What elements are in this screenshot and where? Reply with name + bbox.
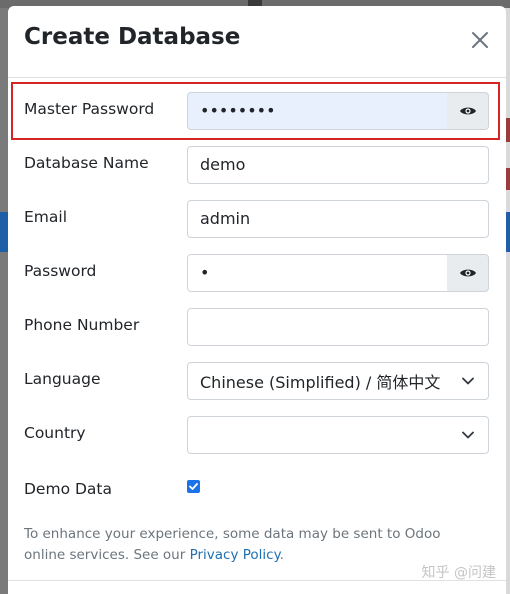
master-password-row: Master Password •••••••• [8, 90, 506, 130]
phone-number-input[interactable] [187, 308, 489, 346]
language-row: Language Chinese (Simplified) / 简体中文 [8, 360, 506, 400]
phone-number-label: Phone Number [24, 316, 140, 334]
email-row: Email admin [8, 198, 506, 238]
demo-data-row: Demo Data [8, 474, 506, 514]
footnote-end: . [279, 547, 284, 563]
demo-data-label: Demo Data [24, 480, 112, 498]
watermark: 知乎 @问建 [421, 565, 496, 581]
email-input[interactable]: admin [187, 200, 489, 238]
phone-number-row: Phone Number [8, 306, 506, 346]
password-toggle-button[interactable] [447, 254, 489, 292]
database-name-input[interactable]: demo [187, 146, 489, 184]
email-label: Email [24, 208, 68, 226]
demo-data-checkbox[interactable] [187, 480, 200, 493]
database-name-row: Database Name demo [8, 144, 506, 184]
check-icon [189, 483, 198, 490]
background-left-blue [0, 212, 8, 252]
close-icon [472, 32, 488, 48]
database-name-label: Database Name [24, 154, 149, 172]
password-label: Password [24, 262, 97, 280]
master-password-label: Master Password [24, 100, 155, 118]
country-select[interactable] [187, 416, 489, 454]
master-password-input[interactable]: •••••••• [187, 92, 448, 130]
create-database-modal: Create Database Master Password ••••••••… [8, 6, 506, 594]
password-input[interactable]: • [187, 254, 448, 292]
language-select[interactable]: Chinese (Simplified) / 简体中文 [187, 362, 489, 400]
country-row: Country [8, 414, 506, 454]
chevron-down-icon [462, 431, 474, 439]
password-row: Password • [8, 252, 506, 292]
modal-header: Create Database [8, 6, 506, 78]
modal-title: Create Database [24, 24, 241, 50]
eye-icon [459, 107, 476, 115]
country-label: Country [24, 424, 86, 442]
close-button[interactable] [468, 28, 492, 52]
eye-icon [459, 269, 476, 277]
language-selected-value: Chinese (Simplified) / 简体中文 [200, 373, 441, 392]
privacy-policy-link[interactable]: Privacy Policy [190, 547, 280, 563]
master-password-toggle-button[interactable] [447, 92, 489, 130]
chevron-down-icon [462, 377, 474, 385]
privacy-footnote: To enhance your experience, some data ma… [24, 524, 464, 566]
background-left [0, 0, 8, 594]
language-label: Language [24, 370, 101, 388]
